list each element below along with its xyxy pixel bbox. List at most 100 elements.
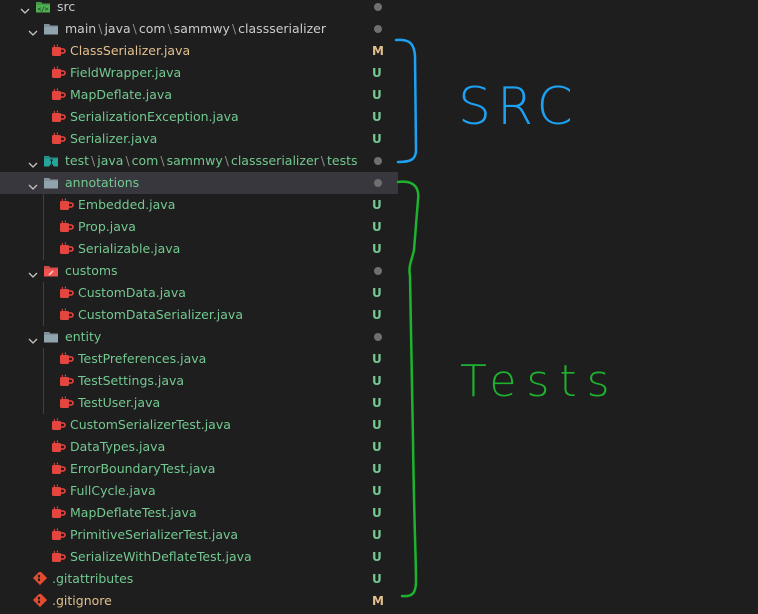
tree-file-row[interactable]: MapDeflate.java U [0,84,398,106]
chevron-down-icon[interactable] [20,3,30,14]
git-untracked-badge: U [372,352,382,366]
folder-name: test \ java \ com \ sammwy \ classserializer \ tes… [65,150,358,172]
indent-guide [43,216,44,238]
tree-file-row[interactable]: CustomData.java U [0,282,398,304]
java-icon [50,132,66,146]
svg-text:</>: </> [38,6,49,13]
path-separator: \ [91,153,96,168]
tree-file-row[interactable]: TestUser.java U [0,392,398,414]
chevron-down-icon[interactable] [28,157,38,168]
java-icon [60,396,74,408]
git-changes-dot [374,157,382,165]
java-icon [60,242,74,254]
tree-file-row[interactable]: SerializeWithDeflateTest.java U [0,546,398,568]
java-icon [52,418,66,430]
file-name: FieldWrapper.java [70,65,182,80]
tree-folder-row[interactable]: </> src [0,0,398,18]
tree-file-row[interactable]: Serializer.java U [0,128,398,150]
tree-file-row[interactable]: FieldWrapper.java U [0,62,398,84]
git-untracked-badge: U [372,132,382,146]
tree-file-row[interactable]: TestPreferences.java U [0,348,398,370]
java-icon [50,440,66,454]
java-icon [58,352,74,366]
tree-folder-row[interactable]: annotations [0,172,398,194]
file-name: MapDeflate.java [70,87,172,102]
tree-file-row[interactable]: DataTypes.java U [0,436,398,458]
path-separator: \ [167,21,172,36]
path-segment: classserializer [238,21,327,36]
folder-name: annotations [65,175,140,190]
chevron-down-icon[interactable] [28,179,38,190]
java-icon [60,308,74,320]
file-name: TestSettings.java [78,373,185,388]
file-name: ClassSerializer.java [70,43,191,58]
git-changes-dot [374,25,382,33]
tree-file-row[interactable]: .gitattributes U [0,568,398,590]
tree-file-row[interactable]: Prop.java U [0,216,398,238]
tree-file-row[interactable]: MapDeflateTest.java U [0,502,398,524]
chevron-down-icon [20,8,30,14]
indent-guide [43,370,44,392]
java-icon [58,308,74,322]
java-icon [52,44,66,56]
tree-file-row[interactable]: FullCycle.java U [0,480,398,502]
folder-name: main \ java \ com \ sammwy \ classserializer [65,18,326,40]
tree-file-row[interactable]: Serializable.java U [0,238,398,260]
file-name: .gitignore [52,593,112,608]
java-icon [60,352,74,364]
git-icon [32,570,48,586]
java-icon [60,374,74,386]
git-modified-badge: M [372,44,384,58]
java-icon [58,242,74,256]
folder-open-icon [43,22,59,36]
chevron-down-icon[interactable] [28,267,38,278]
java-icon [58,198,74,212]
path-segment: com [131,153,159,168]
java-icon [52,550,66,562]
tree-file-row[interactable]: .gitignore M [0,590,398,612]
java-icon [50,506,66,520]
git-untracked-badge: U [372,572,382,586]
java-icon [50,462,66,476]
file-name: .gitattributes [52,571,134,586]
folder-src-icon: </> [36,2,50,13]
chevron-down-icon [28,162,38,168]
path-separator: \ [320,153,326,168]
tree-file-row[interactable]: SerializationException.java U [0,106,398,128]
chevron-down-icon [28,184,38,190]
tree-folder-row[interactable]: test \ java \ com \ sammwy \ classserializer \ tes… [0,150,398,172]
git-untracked-badge: U [372,440,382,454]
java-icon [50,550,66,564]
java-icon [60,286,74,298]
tests-bracket [396,180,420,598]
path-separator: \ [160,153,165,168]
git-untracked-badge: U [372,462,382,476]
file-name: SerializationException.java [70,109,239,124]
tree-folder-row[interactable]: customs [0,260,398,282]
tree-file-row[interactable]: CustomSerializerTest.java U [0,414,398,436]
path-segment: main [65,21,97,36]
indent-guide [43,282,44,304]
indent-guide [43,392,44,414]
tree-file-row[interactable]: ErrorBoundaryTest.java U [0,458,398,480]
tree-file-row[interactable]: TestSettings.java U [0,370,398,392]
chevron-down-icon[interactable] [28,333,38,344]
chevron-down-icon[interactable] [28,25,38,36]
tree-file-row[interactable]: ClassSerializer.java M [0,40,398,62]
java-icon [52,88,66,100]
java-icon [50,528,66,542]
path-separator: \ [231,21,237,36]
tree-file-row[interactable]: Embedded.java U [0,194,398,216]
java-icon [60,220,74,232]
java-icon [52,110,66,122]
tree-folder-row[interactable]: entity [0,326,398,348]
tree-file-row[interactable]: PrimitiveSerializerTest.java U [0,524,398,546]
file-name: Serializer.java [70,131,158,146]
tree-folder-row[interactable]: main \ java \ com \ sammwy \ classserializer [0,18,398,40]
git-untracked-badge: U [372,110,382,124]
git-changes-dot [374,3,382,11]
git-untracked-badge: U [372,418,382,432]
folder-custom-icon [44,266,58,277]
path-segment: sammwy [173,21,230,36]
tree-file-row[interactable]: CustomDataSerializer.java U [0,304,398,326]
